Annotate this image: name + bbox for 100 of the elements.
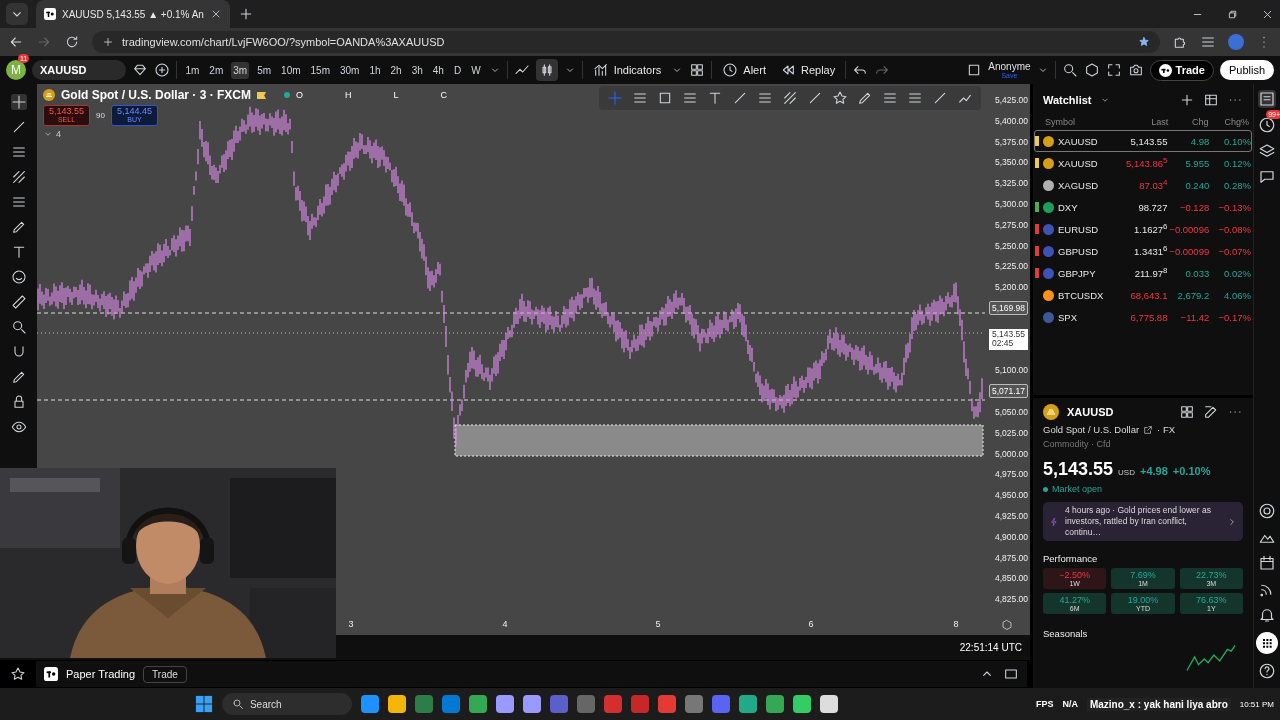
watchlist-row[interactable]: GBPUSD 1.3431$^{6}$ −0.00099 −0.07% (1034, 240, 1252, 262)
symbol-search-field[interactable]: XAUUSD (32, 60, 127, 80)
alert-button[interactable]: Alert (718, 62, 770, 78)
interval-tab[interactable]: W (469, 61, 483, 79)
tab-list-button[interactable] (6, 3, 28, 25)
app-icon[interactable] (765, 695, 784, 713)
search-field[interactable]: Search (221, 693, 352, 715)
interval-tab[interactable]: 1h (367, 61, 383, 79)
interval-tab[interactable]: 2m (207, 61, 226, 79)
news-item[interactable]: 4 hours ago · Gold prices end lower as investors, rattled by Iran conflict, continu… (1043, 502, 1243, 542)
paper-trading-title[interactable]: Paper Trading (66, 668, 136, 680)
watchlist-row[interactable]: SPX 6,775.88 −11.42 −0.17% (1034, 306, 1252, 328)
grid-icon[interactable] (1179, 404, 1195, 420)
interval-tab[interactable]: 10m (279, 61, 303, 79)
chat-icon[interactable] (1258, 168, 1276, 186)
camera-icon[interactable] (1127, 62, 1144, 78)
horizontal-line-icon[interactable] (632, 90, 648, 106)
list-icon[interactable] (1258, 90, 1276, 108)
interval-tab[interactable]: 3h (409, 61, 425, 79)
app-icon[interactable] (819, 695, 838, 713)
watchlist-row[interactable]: XAUUSD 5,143.86$^{5}$ 5.955 0.12% (1034, 152, 1252, 174)
flag-icon[interactable] (257, 90, 266, 100)
fork-icon[interactable] (782, 90, 798, 106)
trade-button[interactable]: Trade (143, 665, 187, 683)
edit-icon[interactable] (1203, 404, 1219, 420)
indicators-button[interactable]: Indicators (588, 62, 666, 78)
windows-start-icon[interactable] (194, 695, 213, 713)
interval-tab[interactable]: 5m (255, 61, 274, 79)
bell-icon[interactable] (1258, 606, 1276, 624)
calendar-icon[interactable] (1258, 554, 1276, 572)
zoom-icon[interactable] (10, 319, 27, 335)
parallel-lines-icon[interactable] (882, 90, 898, 106)
help-icon[interactable] (1258, 662, 1276, 680)
add-symbol-icon[interactable] (154, 62, 171, 78)
app-icon[interactable] (468, 695, 487, 713)
interval-tab[interactable]: D (451, 61, 464, 79)
candles-button[interactable] (535, 59, 558, 81)
pencil-icon[interactable] (10, 219, 27, 235)
layers-icon[interactable] (1258, 142, 1276, 160)
eye-icon[interactable] (10, 419, 27, 435)
trend-line-icon[interactable] (932, 90, 948, 106)
rectangle-icon[interactable] (657, 90, 673, 106)
add-icon[interactable] (1179, 92, 1195, 108)
star-icon[interactable] (10, 666, 26, 682)
app-icon[interactable] (495, 695, 514, 713)
app-icon[interactable] (522, 695, 541, 713)
interval-tab[interactable]: 4h (430, 61, 446, 79)
trend-line-icon[interactable] (807, 90, 823, 106)
layout-name[interactable]: Anonyme (988, 61, 1031, 72)
interval-tab[interactable]: 2h (388, 61, 404, 79)
watchlist-row[interactable]: XAUUSD 5,143.55 4.98 0.10% (1034, 130, 1252, 152)
diamond-icon[interactable] (132, 62, 149, 78)
publish-button[interactable]: Publish (1219, 60, 1274, 80)
maximize-icon[interactable] (1003, 666, 1019, 682)
app-icon[interactable] (792, 695, 811, 713)
smiley-icon[interactable] (10, 269, 27, 285)
watchlist-row[interactable]: DXY 98.727 −0.128 −0.13% (1034, 196, 1252, 218)
layout-grid-icon[interactable] (689, 62, 706, 78)
browser-tab[interactable]: XAUUSD 5,143.55 ▲ +0.1% An (36, 0, 230, 28)
instrument-name[interactable]: Gold Spot / U.S. Dollar (1043, 424, 1140, 435)
reload-icon[interactable] (64, 34, 80, 50)
pencil-icon[interactable] (857, 90, 873, 106)
column-header[interactable]: Chg% (1208, 117, 1249, 127)
app-icon[interactable] (360, 695, 379, 713)
bookmark-star-icon[interactable] (1138, 36, 1150, 48)
ruler-icon[interactable] (10, 294, 27, 310)
watchlist-row[interactable]: BTCUSDX 68,643.1 2,679.2 4.06% (1034, 284, 1252, 306)
system-clock[interactable]: 10:51 PM (1239, 699, 1274, 709)
settings-icon[interactable] (1083, 62, 1100, 78)
fork-icon[interactable] (10, 169, 27, 185)
symbol-title[interactable]: Gold Spot / U.S. Dollar · 3 · FXCM (61, 88, 251, 102)
horizontal-lines-icon[interactable] (907, 90, 923, 106)
profile-avatar[interactable] (1228, 34, 1244, 50)
table-icon[interactable] (1203, 92, 1219, 108)
clock-time[interactable]: 22:51:14 UTC (959, 642, 1022, 653)
fullscreen-icon[interactable] (1105, 62, 1122, 78)
watchlist-row[interactable]: GBPJPY 211.97$^{8}$ 0.033 0.02% (1034, 262, 1252, 284)
app-icon[interactable] (738, 695, 757, 713)
target-icon[interactable] (1258, 502, 1276, 520)
indicators-toggle[interactable]: 4 (43, 128, 61, 139)
replay-button[interactable]: Replay (775, 62, 840, 78)
interval-tab[interactable]: 3m (231, 61, 250, 79)
apps-button[interactable] (1256, 632, 1278, 654)
extensions-icon[interactable] (1172, 34, 1188, 50)
pencil-icon[interactable] (10, 369, 27, 385)
interval-tab[interactable]: 30m (338, 61, 362, 79)
watchlist-row[interactable]: EURUSD 1.1627$^{6}$ −0.00096 −0.08% (1034, 218, 1252, 240)
search-icon[interactable] (1061, 62, 1078, 78)
address-field[interactable]: tradingview.com/chart/LvjFW6OO/?symbol=OANDA%3AXAUUSD (92, 31, 1160, 53)
trade-button[interactable]: Trade (1149, 59, 1214, 81)
watchlist-title[interactable]: Watchlist (1043, 94, 1092, 106)
parallel-lines-icon[interactable] (757, 90, 773, 106)
column-header[interactable]: Chg (1168, 117, 1209, 127)
watchlist-row[interactable]: XAGUSD 87.03$^{4}$ 0.240 0.28% (1034, 174, 1252, 196)
star-icon[interactable] (832, 90, 848, 106)
clock-icon[interactable] (1258, 116, 1276, 134)
horizontal-line-icon[interactable] (682, 90, 698, 106)
external-link-icon[interactable] (1143, 424, 1154, 435)
trend-line-icon[interactable] (732, 90, 748, 106)
app-icon[interactable] (387, 695, 406, 713)
